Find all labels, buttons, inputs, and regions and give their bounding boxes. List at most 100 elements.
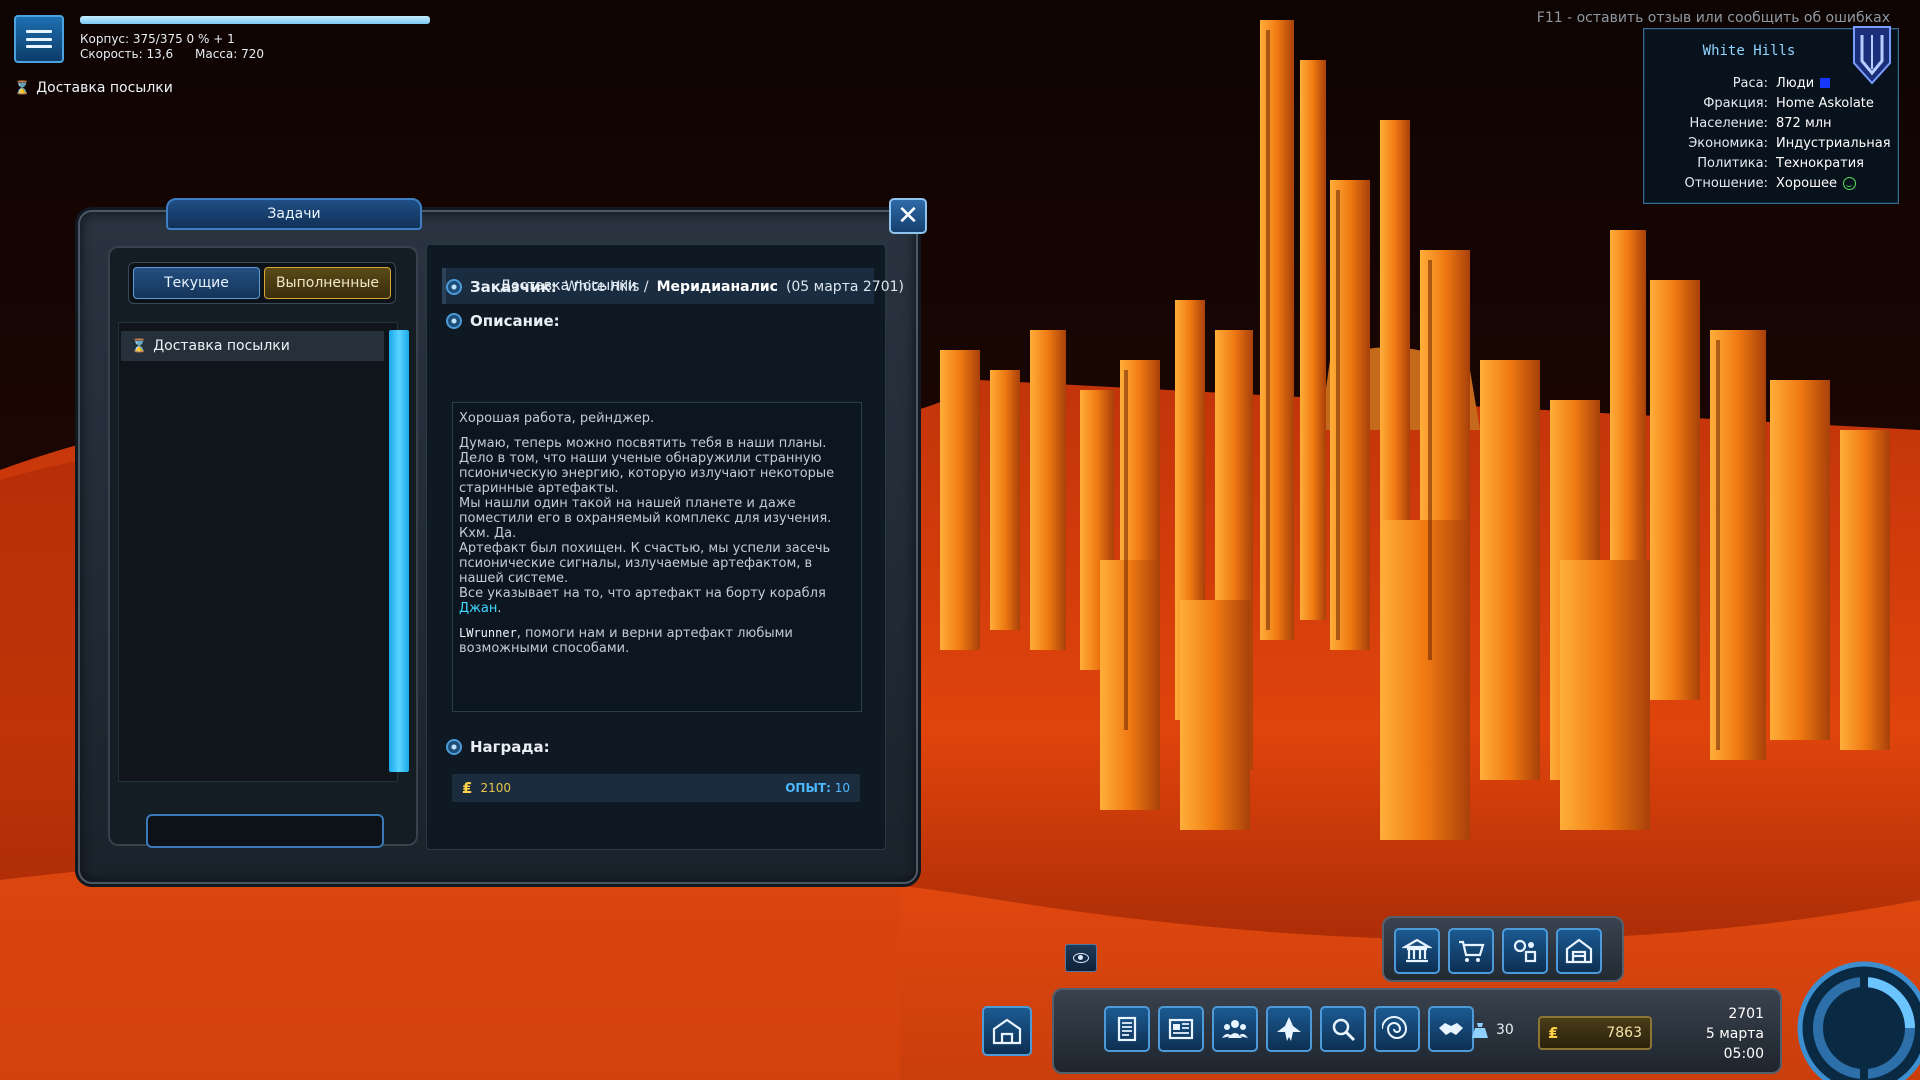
diplomacy-icon bbox=[1439, 1023, 1463, 1035]
ship-stats: Корпус: 375/375 0 % + 1 Скорость: 13,6 М… bbox=[80, 32, 264, 62]
main-menu-button[interactable] bbox=[14, 15, 64, 63]
reward-money: ₤ 2100 bbox=[462, 779, 511, 797]
end-turn-radar-button[interactable] bbox=[1780, 920, 1920, 1080]
quest-description-heading: Описание: bbox=[446, 312, 560, 330]
planet-home-icon bbox=[992, 1018, 1022, 1045]
politics-key: Политика: bbox=[1697, 155, 1768, 171]
speed-text: Скорость: 13,6 bbox=[80, 47, 174, 61]
reward-xp-value: 10 bbox=[834, 781, 850, 795]
hull-health-fill bbox=[80, 16, 430, 24]
client-label: Заказчик: bbox=[470, 278, 557, 296]
active-quest-label: Доставка посылки bbox=[36, 80, 173, 96]
quest-client-row: Заказчик: White Hills / Меридианалис (05… bbox=[446, 278, 904, 296]
active-quest-tracker[interactable]: ⌛ Доставка посылки bbox=[14, 80, 173, 96]
list-item[interactable]: ⌛ Доставка посылки bbox=[121, 331, 384, 361]
ship-button[interactable] bbox=[1266, 1006, 1312, 1052]
client-date: (05 марта 2701) bbox=[785, 279, 904, 295]
description-line: Артефакт был похищен. К счастью, мы успе… bbox=[459, 541, 831, 556]
hourglass-icon: ⌛ bbox=[131, 338, 148, 354]
quest-list-item-label: Доставка посылки bbox=[153, 338, 290, 354]
bank-button[interactable] bbox=[1394, 928, 1440, 974]
race-key: Раса: bbox=[1732, 75, 1768, 91]
news-button[interactable] bbox=[1158, 1006, 1204, 1052]
description-line: Кхм. Да. bbox=[459, 526, 517, 541]
reward-money-value: 2100 bbox=[480, 781, 511, 795]
quest-list-footer-field[interactable] bbox=[146, 814, 384, 848]
description-icon bbox=[446, 313, 462, 329]
eye-icon bbox=[1073, 953, 1089, 963]
description-line: псионическую энергию, которую излучают н… bbox=[459, 466, 835, 481]
ship-icon bbox=[1277, 1017, 1301, 1041]
population-key: Население: bbox=[1689, 115, 1768, 131]
reward-icon bbox=[446, 739, 462, 755]
shop-button[interactable] bbox=[1448, 928, 1494, 974]
planet-services-dock bbox=[1382, 916, 1624, 982]
speed-mass-row: Скорость: 13,6 Масса: 720 bbox=[80, 47, 264, 62]
window-title: Задачи bbox=[166, 198, 422, 230]
planet-row-relation: Отношение: Хорошее bbox=[1644, 173, 1898, 193]
credits-display: ₤ 7863 bbox=[1538, 1016, 1652, 1050]
planet-row-race: Раса: Люди bbox=[1644, 73, 1898, 93]
population-value: 872 млн bbox=[1776, 115, 1832, 131]
planet-home-button[interactable] bbox=[982, 1006, 1032, 1056]
client-place: White Hills / bbox=[564, 279, 649, 295]
game-year: 2701 bbox=[1728, 1006, 1764, 1022]
journal-icon bbox=[1117, 1016, 1137, 1042]
quest-list-scrollbar[interactable] bbox=[389, 330, 409, 772]
player-name: LWrunner bbox=[459, 626, 517, 640]
game-date: 2701 5 марта 05:00 bbox=[1664, 1004, 1764, 1064]
planet-info-rows: Раса: Люди Фракция: Home Askolate Населе… bbox=[1644, 73, 1898, 193]
view-toggle-button[interactable] bbox=[1065, 944, 1097, 972]
equipment-button[interactable] bbox=[1502, 928, 1548, 974]
mass-text: Масса: 720 bbox=[195, 47, 265, 61]
description-line: Мы нашли один такой на нашей планете и д… bbox=[459, 496, 796, 511]
tab-current[interactable]: Текущие bbox=[133, 267, 260, 299]
bank-icon bbox=[1402, 938, 1432, 963]
planet-name: White Hills bbox=[1702, 43, 1796, 59]
description-line: Хорошая работа, рейнджер. bbox=[459, 411, 655, 426]
ship-name-link[interactable]: Джан bbox=[459, 601, 497, 616]
race-color-swatch bbox=[1820, 78, 1831, 88]
hangar-button[interactable] bbox=[1556, 928, 1602, 974]
description-line: нашей системе. bbox=[459, 571, 569, 586]
quests-window: Задачи ✕ Текущие Выполненные ⌛ Доставка … bbox=[78, 196, 927, 884]
economy-key: Экономика: bbox=[1688, 135, 1768, 151]
credits-icon: ₤ bbox=[1548, 1024, 1559, 1042]
quest-reward-heading: Награда: bbox=[446, 738, 550, 756]
economy-value: Индустриальная bbox=[1776, 135, 1891, 151]
crew-button[interactable] bbox=[1212, 1006, 1258, 1052]
description-label: Описание: bbox=[470, 312, 560, 330]
description-line: Все указывает на то, что артефакт на бор… bbox=[459, 586, 826, 601]
close-icon: ✕ bbox=[897, 201, 919, 231]
planet-row-politics: Политика: Технократия bbox=[1644, 153, 1898, 173]
reward-xp-label: ОПЫТ: bbox=[785, 781, 831, 795]
feedback-hint: F11 - оставить отзыв или сообщить об оши… bbox=[1536, 10, 1890, 26]
quest-description: Хорошая работа, рейнджер. Думаю, теперь … bbox=[452, 402, 862, 712]
description-line-ship: Джан. bbox=[459, 601, 855, 616]
close-button[interactable]: ✕ bbox=[889, 198, 927, 234]
crew-icon bbox=[1222, 1020, 1248, 1038]
player-line-rest: , помоги нам и верни артефакт любыми bbox=[516, 626, 793, 641]
description-line: псионические сигналы, излучаемые артефак… bbox=[459, 556, 813, 571]
galaxy-icon bbox=[1382, 1016, 1408, 1039]
client-name: Меридианалис bbox=[656, 279, 778, 295]
planet-info-panel: White Hills Раса: Люди Фракция: Home Ask… bbox=[1643, 26, 1899, 204]
galaxy-map-button[interactable] bbox=[1374, 1006, 1420, 1052]
news-icon bbox=[1168, 1018, 1194, 1040]
description-line: Дело в том, что наши ученые обнаружили с… bbox=[459, 451, 822, 466]
equipment-icon bbox=[1513, 939, 1537, 963]
hangar-icon bbox=[1565, 938, 1593, 964]
journal-button[interactable] bbox=[1104, 1006, 1150, 1052]
search-icon bbox=[1332, 1018, 1356, 1042]
credits-icon: ₤ bbox=[462, 779, 473, 797]
tab-completed[interactable]: Выполненные bbox=[264, 267, 391, 299]
diplomacy-button[interactable] bbox=[1428, 1006, 1474, 1052]
politics-value: Технократия bbox=[1776, 155, 1864, 171]
race-value: Люди bbox=[1776, 75, 1815, 91]
description-line: поместили его в охраняемый комплекс для … bbox=[459, 511, 832, 526]
hull-text: Корпус: 375/375 0 % + 1 bbox=[80, 32, 235, 46]
ship-suffix: . bbox=[497, 601, 502, 616]
description-line-player: LWrunner, помоги нам и верни артефакт лю… bbox=[459, 626, 855, 641]
search-button[interactable] bbox=[1320, 1006, 1366, 1052]
description-line: Думаю, теперь можно посвятить тебя в наш… bbox=[459, 436, 827, 451]
